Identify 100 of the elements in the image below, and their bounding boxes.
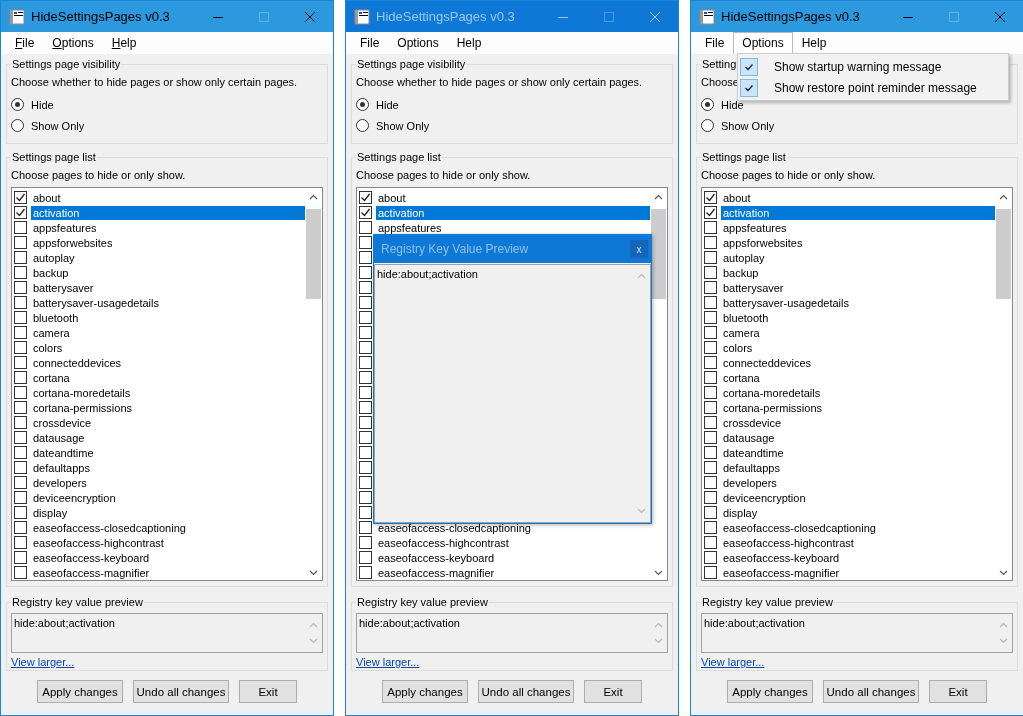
checkbox[interactable] bbox=[704, 206, 717, 219]
list-item[interactable]: activation bbox=[31, 205, 305, 220]
list-item[interactable]: autoplay bbox=[31, 250, 305, 265]
list-item[interactable]: backup bbox=[31, 265, 305, 280]
checkbox[interactable] bbox=[359, 371, 372, 384]
menu-item[interactable]: Options bbox=[733, 32, 793, 54]
menu-item[interactable]: File bbox=[696, 32, 734, 54]
radio-icon[interactable] bbox=[701, 119, 714, 132]
menu-item[interactable]: File bbox=[351, 32, 389, 54]
list-item[interactable]: easeofaccess-closedcaptioning bbox=[376, 520, 650, 535]
list-item[interactable]: display bbox=[721, 505, 995, 520]
radio-option[interactable]: Show Only bbox=[356, 115, 668, 136]
checkbox[interactable] bbox=[14, 506, 27, 519]
checkbox[interactable] bbox=[704, 566, 717, 579]
checkbox[interactable] bbox=[359, 506, 372, 519]
list-item[interactable]: cortana bbox=[31, 370, 305, 385]
checkbox[interactable] bbox=[359, 431, 372, 444]
checkbox[interactable] bbox=[14, 566, 27, 579]
list-item[interactable]: datausage bbox=[31, 430, 305, 445]
menu-item[interactable]: Help bbox=[447, 32, 491, 54]
list-item[interactable]: cortana bbox=[721, 370, 995, 385]
list-item[interactable]: datausage bbox=[721, 430, 995, 445]
checkbox[interactable] bbox=[14, 416, 27, 429]
action-button[interactable]: Undo all changes bbox=[133, 680, 229, 703]
list-item[interactable]: dateandtime bbox=[721, 445, 995, 460]
checkbox[interactable] bbox=[704, 221, 717, 234]
list-item[interactable]: crossdevice bbox=[31, 415, 305, 430]
list-item[interactable]: deviceencryption bbox=[31, 490, 305, 505]
checkbox[interactable] bbox=[359, 521, 372, 534]
checkbox[interactable] bbox=[359, 356, 372, 369]
radio-option[interactable]: Hide bbox=[356, 94, 668, 115]
checkbox[interactable] bbox=[14, 521, 27, 534]
checkbox[interactable] bbox=[359, 281, 372, 294]
action-button[interactable]: Undo all changes bbox=[823, 680, 919, 703]
list-item[interactable]: easeofaccess-keyboard bbox=[376, 550, 650, 565]
list-item[interactable]: appsfeatures bbox=[31, 220, 305, 235]
view-larger-link[interactable]: View larger... bbox=[11, 656, 75, 668]
menu-option[interactable]: Show startup warning message bbox=[738, 56, 1008, 77]
list-item[interactable]: easeofaccess-magnifier bbox=[31, 565, 305, 580]
radio-option[interactable]: Show Only bbox=[11, 115, 323, 136]
list-item[interactable]: about bbox=[721, 190, 995, 205]
checkbox[interactable] bbox=[14, 461, 27, 474]
list-item[interactable]: easeofaccess-magnifier bbox=[721, 565, 995, 580]
checkbox[interactable] bbox=[359, 446, 372, 459]
list-item[interactable]: backup bbox=[721, 265, 995, 280]
action-button[interactable]: Apply changes bbox=[727, 680, 813, 703]
list-item[interactable]: colors bbox=[31, 340, 305, 355]
menu-item[interactable]: File bbox=[6, 32, 44, 54]
checkbox[interactable] bbox=[359, 341, 372, 354]
checkbox[interactable] bbox=[704, 251, 717, 264]
list-item[interactable]: activation bbox=[721, 205, 995, 220]
menu-item[interactable]: Help bbox=[102, 32, 146, 54]
menu-item[interactable]: Help bbox=[792, 32, 836, 54]
checkbox[interactable] bbox=[14, 386, 27, 399]
list-item[interactable]: about bbox=[31, 190, 305, 205]
checkbox[interactable] bbox=[704, 326, 717, 339]
checkbox[interactable] bbox=[704, 341, 717, 354]
list-item[interactable]: connecteddevices bbox=[721, 355, 995, 370]
list-item[interactable]: easeofaccess-highcontrast bbox=[31, 535, 305, 550]
list-item[interactable]: appsfeatures bbox=[721, 220, 995, 235]
list-item[interactable]: batterysaver-usagedetails bbox=[31, 295, 305, 310]
checkbox[interactable] bbox=[704, 191, 717, 204]
list-item[interactable]: deviceencryption bbox=[721, 490, 995, 505]
view-larger-link[interactable]: View larger... bbox=[701, 656, 765, 668]
radio-icon[interactable] bbox=[356, 98, 369, 111]
scroll-thumb[interactable] bbox=[306, 209, 321, 299]
checkbox[interactable] bbox=[14, 206, 27, 219]
list-item[interactable]: batterysaver bbox=[721, 280, 995, 295]
checkbox[interactable] bbox=[359, 401, 372, 414]
checkbox[interactable] bbox=[14, 326, 27, 339]
list-item[interactable]: crossdevice bbox=[721, 415, 995, 430]
list-item[interactable]: easeofaccess-magnifier bbox=[376, 565, 650, 580]
list-item[interactable]: appsforwebsites bbox=[721, 235, 995, 250]
radio-option[interactable]: Show Only bbox=[701, 115, 1013, 136]
action-button[interactable]: Apply changes bbox=[382, 680, 468, 703]
list-item[interactable]: appsforwebsites bbox=[31, 235, 305, 250]
checkbox[interactable] bbox=[14, 221, 27, 234]
list-item[interactable]: about bbox=[376, 190, 650, 205]
list-item[interactable]: batterysaver-usagedetails bbox=[721, 295, 995, 310]
action-button[interactable]: Exit bbox=[929, 680, 987, 703]
list-item[interactable]: easeofaccess-keyboard bbox=[721, 550, 995, 565]
checkbox[interactable] bbox=[704, 551, 717, 564]
list-item[interactable]: colors bbox=[721, 340, 995, 355]
list-item[interactable]: dateandtime bbox=[31, 445, 305, 460]
checkbox[interactable] bbox=[359, 191, 372, 204]
action-button[interactable]: Exit bbox=[239, 680, 297, 703]
checkbox[interactable] bbox=[359, 536, 372, 549]
list-item[interactable]: developers bbox=[721, 475, 995, 490]
checkbox[interactable] bbox=[359, 566, 372, 579]
checkbox[interactable] bbox=[359, 476, 372, 489]
close-button[interactable]: x bbox=[630, 240, 648, 258]
list-item[interactable]: easeofaccess-closedcaptioning bbox=[31, 520, 305, 535]
checkbox[interactable] bbox=[704, 476, 717, 489]
checkbox[interactable] bbox=[704, 431, 717, 444]
list-item[interactable]: appsfeatures bbox=[376, 220, 650, 235]
list-item[interactable]: connecteddevices bbox=[31, 355, 305, 370]
action-button[interactable]: Undo all changes bbox=[478, 680, 574, 703]
list-item[interactable]: easeofaccess-highcontrast bbox=[376, 535, 650, 550]
checkbox[interactable] bbox=[704, 416, 717, 429]
radio-icon[interactable] bbox=[701, 98, 714, 111]
